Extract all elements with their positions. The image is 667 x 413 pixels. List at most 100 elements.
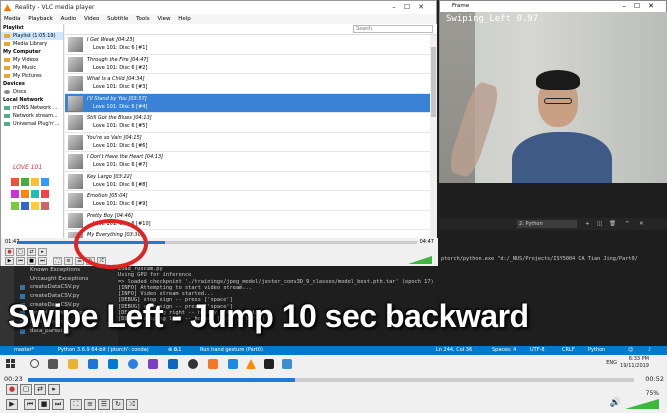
terminal-selector[interactable]: 2: Python	[517, 220, 577, 228]
prev-button[interactable]: ⏮	[16, 257, 25, 265]
playlist-track[interactable]: Still Got the Blues [04:13] Love 101: Dis…	[65, 113, 437, 133]
sidebar-item-playlist[interactable]: Playlist (1:05:19)	[1, 32, 63, 40]
record-button[interactable]: ●	[6, 384, 18, 395]
play-button[interactable]: ▶	[6, 399, 18, 410]
loop-ab-button[interactable]: ⇄	[34, 384, 46, 395]
playlist-track[interactable]: Emotion [05:04] Love 101: Disc 6 [#9]	[65, 191, 437, 211]
playlist-search-input[interactable]	[353, 25, 433, 33]
window-controls[interactable]: –☐✕	[392, 1, 432, 14]
menu-audio[interactable]: Audio	[61, 16, 77, 22]
player-seek-bar[interactable]	[28, 378, 634, 382]
window-controls[interactable]: –☐✕	[622, 1, 662, 12]
indentation[interactable]: Spaces: 4	[492, 346, 516, 355]
explorer-file[interactable]: createDataCSV.py	[0, 283, 118, 292]
input-language[interactable]: ENG	[606, 360, 617, 366]
playlist-track[interactable]: I Don't Have the Heart [04:13] Love 101: …	[65, 152, 437, 172]
python-interpreter[interactable]: Python 3.6.9 64-bit ('ptorch': conda)	[58, 346, 149, 355]
search-icon[interactable]	[30, 359, 39, 368]
bell-icon[interactable]: ♪	[648, 346, 651, 355]
scrollbar-thumb[interactable]	[431, 47, 436, 117]
fullscreen-button[interactable]: ⛶	[53, 257, 62, 265]
speaker-icon[interactable]: 🔊	[610, 398, 621, 408]
playlist-toggle-button[interactable]: ☰	[98, 399, 110, 410]
playlist-track[interactable]: You're so Vain [04:15] Love 101: Disc 6 […	[65, 133, 437, 152]
split-terminal-icon[interactable]: ◫	[597, 218, 602, 230]
smiley-icon[interactable]: ☺	[628, 346, 633, 355]
sidebar-item-discs[interactable]: Discs	[1, 88, 63, 96]
next-button[interactable]: ⏭	[52, 399, 64, 410]
snapshot-button[interactable]: ▢	[16, 248, 25, 256]
chevron-up-icon[interactable]: ^	[625, 218, 630, 230]
vlc-volume[interactable]	[408, 256, 432, 264]
sidebar-item-mdns[interactable]: mDNS Network ...	[1, 104, 63, 112]
explorer-item[interactable]: Uncaught Exceptions	[0, 275, 118, 284]
run-task[interactable]: Run hand gesture (Part0)	[200, 346, 263, 355]
jupyter-icon[interactable]	[208, 359, 218, 369]
glasses	[544, 98, 572, 104]
shuffle-button[interactable]: ⤮	[126, 399, 138, 410]
ext-settings-button[interactable]: ≡	[64, 257, 73, 265]
menu-playback[interactable]: Playback	[28, 16, 53, 22]
next-button[interactable]: ⏭	[38, 257, 47, 265]
playlist-track[interactable]: I'll Stand by You [03:57] Love 101: Disc …	[65, 93, 437, 113]
vlc-taskbar-icon[interactable]	[246, 359, 256, 369]
git-branch[interactable]: master*	[14, 346, 34, 355]
menu-media[interactable]: Media	[4, 16, 21, 22]
visual-studio-icon[interactable]	[148, 359, 158, 369]
track-thumbnail	[68, 95, 83, 111]
trash-icon[interactable]: 🗑	[609, 218, 616, 230]
language-mode[interactable]: Python	[588, 346, 605, 355]
encoding[interactable]: UTF-8	[530, 346, 545, 355]
menu-tools[interactable]: Tools	[136, 16, 150, 22]
fullscreen-button[interactable]: ⛶	[70, 399, 82, 410]
clock[interactable]: 6:33 PM 19/11/2019	[620, 356, 649, 370]
chrome-icon[interactable]	[128, 359, 138, 369]
sidebar-item-videos[interactable]: My Videos	[1, 56, 63, 64]
stop-button[interactable]: ■	[38, 399, 50, 410]
python-taskbar-icon[interactable]	[282, 359, 292, 369]
sidebar-item-pictures[interactable]: My Pictures	[1, 72, 63, 80]
frame-step-button[interactable]: ▸	[38, 248, 47, 256]
record-button[interactable]: ●	[5, 248, 14, 256]
edge-icon[interactable]	[88, 359, 98, 369]
github-icon[interactable]	[188, 359, 198, 369]
close-panel-icon[interactable]: ✕	[639, 218, 644, 230]
snapshot-button[interactable]: ▢	[20, 384, 32, 395]
store-icon[interactable]	[108, 359, 118, 369]
file-explorer-icon[interactable]	[68, 359, 78, 369]
task-view-icon[interactable]	[48, 359, 58, 369]
frame-step-button[interactable]: ▸	[48, 384, 60, 395]
playlist-scrollbar[interactable]	[430, 35, 437, 238]
stop-button[interactable]: ■	[27, 257, 36, 265]
ext-settings-button[interactable]: ≡	[84, 399, 96, 410]
cursor-position[interactable]: Ln 244, Col 36	[436, 346, 472, 355]
error-count[interactable]: ⊗ 0 ⚠ 1	[168, 346, 181, 355]
menu-view[interactable]: View	[157, 16, 170, 22]
windows-start-icon[interactable]	[6, 359, 16, 369]
cover-square	[41, 178, 49, 186]
cover-square	[11, 202, 19, 210]
terminal-taskbar-icon[interactable]	[264, 359, 274, 369]
word-icon[interactable]	[168, 359, 178, 369]
menu-subtitle[interactable]: Subtitle	[107, 16, 128, 22]
sidebar-item-stream[interactable]: Network stream...	[1, 112, 63, 120]
loop-ab-button[interactable]: ⇄	[27, 248, 36, 256]
add-terminal-icon[interactable]: +	[585, 218, 590, 230]
menu-help[interactable]: Help	[178, 16, 191, 22]
sidebar-item-music[interactable]: My Music	[1, 64, 63, 72]
sidebar-item-upnp[interactable]: Universal Plug'n'...	[1, 120, 63, 128]
loop-button[interactable]: ↻	[112, 399, 124, 410]
playlist-track[interactable]: What Is a Child [04:34] Love 101: Disc 6 …	[65, 74, 437, 94]
sidebar-item-media-library[interactable]: Media Library	[1, 40, 63, 48]
playlist-track[interactable]: I Get Weak [04:23] Love 101: Disc 6 [#1]	[65, 35, 437, 55]
player-seek-fill	[28, 378, 295, 382]
person-hair	[536, 70, 580, 90]
line-endings[interactable]: CRLF	[562, 346, 575, 355]
volume-slider[interactable]	[625, 399, 659, 409]
prev-button[interactable]: ⏮	[24, 399, 36, 410]
playlist-track[interactable]: Key Largo [03:22] Love 101: Disc 6 [#8]	[65, 172, 437, 191]
playlist-track[interactable]: Through the Fire [04:47] Love 101: Disc 6…	[65, 55, 437, 74]
play-button[interactable]: ▶	[5, 257, 14, 265]
vscode-icon[interactable]	[228, 359, 238, 369]
menu-video[interactable]: Video	[84, 16, 99, 22]
